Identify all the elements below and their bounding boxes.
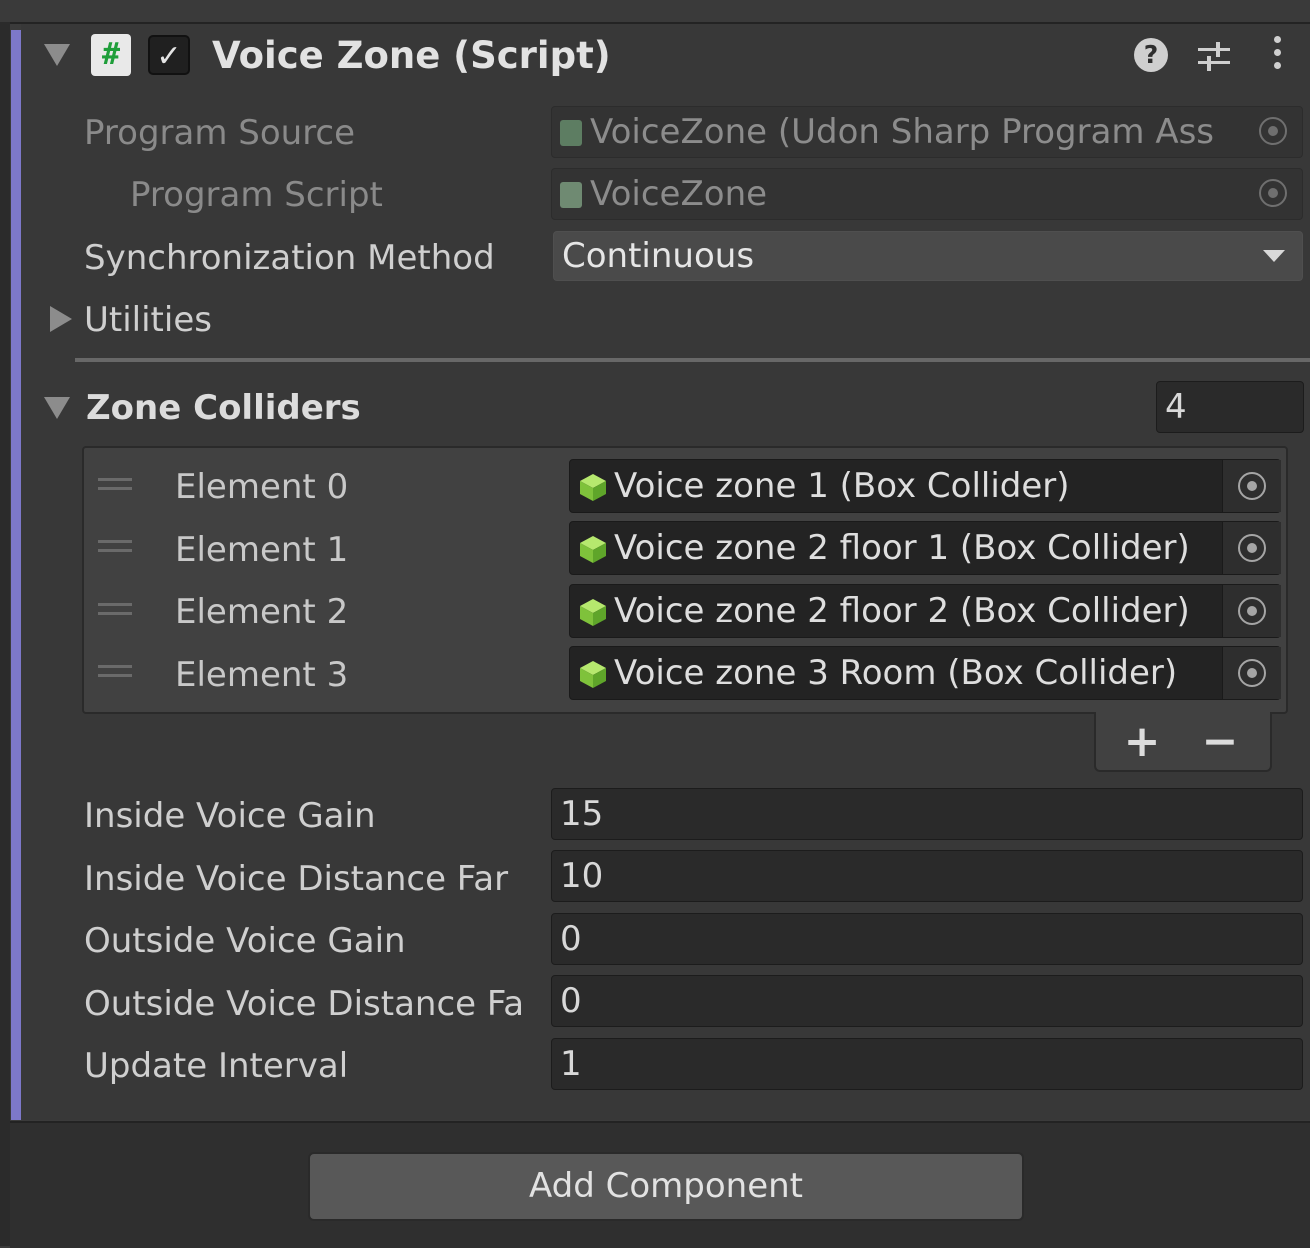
element-1-field[interactable]: Voice zone 2 floor 1 (Box Collider) [569,521,1281,575]
element-1-label: Element 1 [175,530,349,570]
element-2-label: Element 2 [175,592,349,632]
component-enabled-checkbox[interactable]: ✓ [148,35,190,75]
outside-voice-distance-far-field[interactable]: 0 [551,975,1303,1027]
utilities-foldout-label[interactable]: Utilities [84,298,212,342]
element-3-field[interactable]: Voice zone 3 Room (Box Collider) [569,646,1281,700]
kebab-menu-icon[interactable] [1262,36,1292,76]
add-component-button[interactable]: Add Component [308,1152,1024,1221]
remove-element-button[interactable]: − [1190,714,1250,770]
left-edge [0,22,10,1246]
update-interval-field[interactable]: 1 [551,1038,1303,1090]
sync-method-label: Synchronization Method [84,238,495,278]
drag-handle-icon[interactable] [98,603,132,619]
program-script-picker-icon[interactable] [1259,179,1287,207]
box-collider-cube-icon [580,599,606,626]
csharp-asset-icon [560,182,582,208]
help-icon[interactable]: ? [1134,38,1168,72]
inside-voice-distance-far-field[interactable]: 10 [551,850,1303,902]
drag-handle-icon[interactable] [98,540,132,556]
add-element-button[interactable]: + [1112,714,1172,770]
outside-voice-gain-label: Outside Voice Gain [84,921,406,961]
outside-voice-distance-far-label: Outside Voice Distance Fa [84,984,525,1024]
udon-program-asset-icon [560,120,582,146]
drag-handle-icon[interactable] [98,478,132,494]
sync-method-value: Continuous [562,236,755,276]
component-accent-bar [11,30,21,1120]
element-0-value: Voice zone 1 (Box Collider) [614,466,1070,506]
program-source-field: VoiceZone (Udon Sharp Program Ass [551,106,1303,158]
sync-method-dropdown[interactable]: Continuous [553,231,1303,281]
section-divider [75,358,1310,362]
element-0-field[interactable]: Voice zone 1 (Box Collider) [569,459,1281,513]
outside-voice-gain-field[interactable]: 0 [551,913,1303,965]
update-interval-label: Update Interval [84,1046,349,1086]
program-script-label: Program Script [130,175,383,215]
program-script-field: VoiceZone [551,168,1303,220]
collapse-triangle-icon[interactable] [44,44,70,66]
object-picker-icon[interactable] [1238,472,1266,500]
presets-sliders-icon[interactable] [1196,38,1232,74]
element-3-label: Element 3 [175,655,349,695]
csharp-script-icon: # [91,34,131,76]
inside-voice-distance-far-label: Inside Voice Distance Far [84,859,509,899]
element-1-value: Voice zone 2 floor 1 (Box Collider) [614,528,1190,568]
program-script-value: VoiceZone [590,174,768,214]
inside-voice-gain-label: Inside Voice Gain [84,796,376,836]
zone-colliders-size-field[interactable]: 4 [1156,381,1304,433]
zone-colliders-foldout-triangle-icon[interactable] [44,397,70,419]
zone-colliders-label[interactable]: Zone Colliders [86,386,361,430]
program-source-label: Program Source [84,113,356,153]
box-collider-cube-icon [580,661,606,688]
object-picker-icon[interactable] [1238,534,1266,562]
box-collider-cube-icon [580,474,606,501]
element-2-field[interactable]: Voice zone 2 floor 2 (Box Collider) [569,584,1281,638]
chevron-down-icon[interactable] [1263,250,1285,262]
top-strip [0,0,1310,24]
element-0-label: Element 0 [175,467,349,507]
element-2-value: Voice zone 2 floor 2 (Box Collider) [614,591,1190,631]
element-3-value: Voice zone 3 Room (Box Collider) [614,653,1178,693]
utilities-foldout-triangle-icon[interactable] [50,306,72,332]
object-picker-icon[interactable] [1238,659,1266,687]
component-title[interactable]: Voice Zone (Script) [212,34,611,78]
object-picker-icon[interactable] [1238,597,1266,625]
program-source-value: VoiceZone (Udon Sharp Program Ass [590,112,1215,152]
program-source-picker-icon[interactable] [1259,117,1287,145]
box-collider-cube-icon [580,536,606,563]
inside-voice-gain-field[interactable]: 15 [551,788,1303,840]
drag-handle-icon[interactable] [98,665,132,681]
